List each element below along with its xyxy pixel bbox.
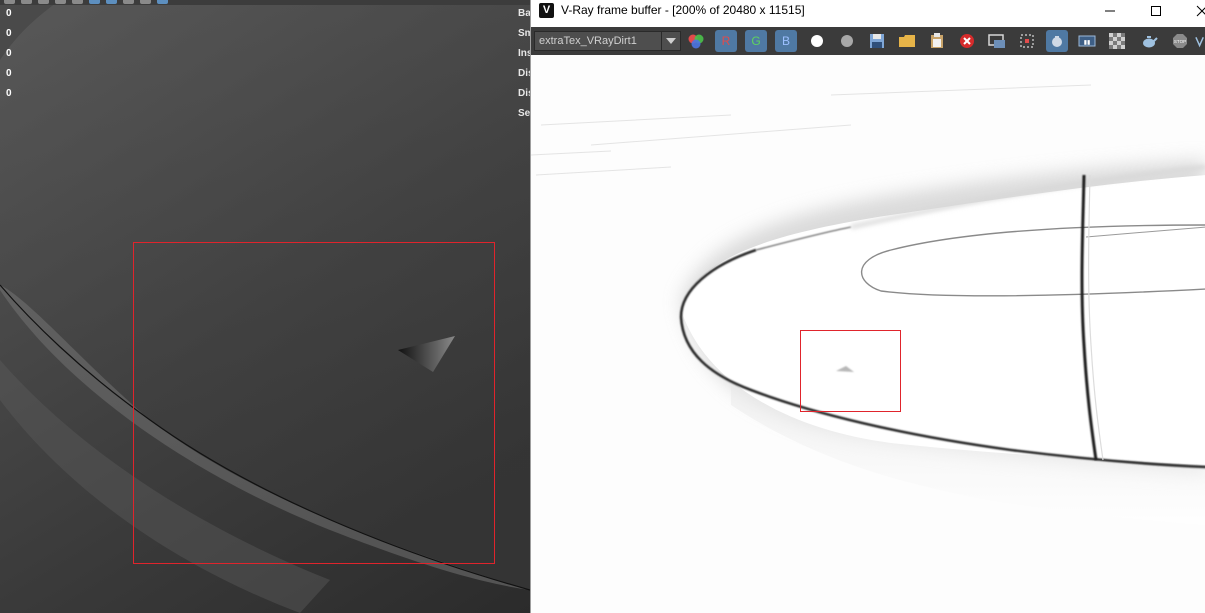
- channel-dropdown[interactable]: extraTex_VRayDirt1: [534, 31, 681, 51]
- chevron-down-icon[interactable]: [661, 32, 680, 50]
- region-render-button[interactable]: [1016, 30, 1038, 52]
- blue-channel-button[interactable]: B: [775, 30, 797, 52]
- vray-logo-icon: V: [539, 3, 554, 18]
- track-mouse-button[interactable]: [986, 30, 1008, 52]
- close-button[interactable]: [1179, 0, 1205, 22]
- viewport-toolbar: [0, 0, 530, 5]
- vray-menu-button[interactable]: [1195, 30, 1205, 52]
- floppy-disk-icon: [870, 34, 884, 48]
- stop-render-button[interactable]: STOP: [1169, 30, 1191, 52]
- minimize-icon: [1105, 10, 1115, 12]
- xray-icon[interactable]: [140, 0, 151, 4]
- mono-button[interactable]: [836, 30, 858, 52]
- maximize-button[interactable]: [1133, 0, 1179, 22]
- lens-icon: ▮▮: [1078, 35, 1096, 47]
- red-channel-button[interactable]: R: [715, 30, 737, 52]
- viewport-scene: [0, 0, 530, 613]
- isolate-icon[interactable]: [123, 0, 134, 4]
- checker-icon: [1109, 33, 1125, 49]
- vray-v-icon: [1195, 37, 1204, 48]
- lens-effects-button[interactable]: ▮▮: [1076, 30, 1098, 52]
- screen-icon: [988, 34, 1005, 48]
- gray-circle-icon: [841, 35, 853, 47]
- channel-value: extraTex_VRayDirt1: [539, 35, 637, 47]
- shelf-icon[interactable]: [4, 0, 15, 4]
- region-icon: [1020, 34, 1034, 48]
- maximize-icon: [1151, 6, 1161, 16]
- svg-text:▮▮: ▮▮: [1084, 40, 1091, 46]
- white-circle-icon: [811, 35, 823, 47]
- vray-frame-buffer-window: V V-Ray frame buffer - [200% of 20480 x …: [530, 0, 1205, 613]
- interactive-render-button[interactable]: [1046, 30, 1068, 52]
- close-icon: [1196, 5, 1205, 17]
- load-image-button[interactable]: [896, 30, 918, 52]
- folder-icon: [899, 35, 915, 47]
- hud-value: 0: [6, 28, 12, 39]
- color-channels-button[interactable]: [685, 30, 707, 52]
- checker-button[interactable]: [1106, 30, 1128, 52]
- camera-icon[interactable]: [21, 0, 32, 4]
- hud-label: Se: [518, 108, 530, 119]
- clear-icon: [960, 34, 974, 48]
- hud-label: Ins: [518, 48, 530, 59]
- vfb-toolbar: extraTex_VRayDirt1 R G B ▮▮ STOP: [531, 27, 1205, 55]
- title-bar[interactable]: V V-Ray frame buffer - [200% of 20480 x …: [531, 0, 1205, 22]
- minimize-button[interactable]: [1087, 0, 1133, 22]
- hud-label: Dis: [518, 68, 530, 79]
- svg-text:STOP: STOP: [1174, 39, 1186, 44]
- teapot-render-icon: [1143, 36, 1158, 48]
- shaded-icon[interactable]: [72, 0, 83, 4]
- clipboard-icon: [931, 33, 943, 48]
- stop-icon: STOP: [1173, 34, 1187, 48]
- save-image-button[interactable]: [866, 30, 888, 52]
- clear-image-button[interactable]: [956, 30, 978, 52]
- hud-label: Dis: [518, 88, 530, 99]
- green-channel-button[interactable]: G: [745, 30, 767, 52]
- dirt-render-scene: [531, 55, 1205, 613]
- light-icon[interactable]: [106, 0, 117, 4]
- grid-icon[interactable]: [38, 0, 49, 4]
- alpha-button[interactable]: [806, 30, 828, 52]
- render-image[interactable]: [531, 55, 1205, 613]
- hud-label: Sm: [518, 28, 530, 39]
- hud-value: 0: [6, 8, 12, 19]
- render-button[interactable]: [1138, 30, 1160, 52]
- smooth-icon[interactable]: [157, 0, 168, 4]
- hud-value: 0: [6, 48, 12, 59]
- texture-icon[interactable]: [89, 0, 100, 4]
- rgb-circles-icon: [688, 34, 704, 49]
- maya-viewport[interactable]: 0 0 0 0 0 Ba Sm Ins Dis Dis Se: [0, 0, 530, 613]
- teapot-icon: [1052, 36, 1062, 47]
- copy-to-clipboard-button[interactable]: [926, 30, 948, 52]
- hud-label: Ba: [518, 8, 530, 19]
- window-title: V-Ray frame buffer - [200% of 20480 x 11…: [561, 3, 805, 17]
- wireframe-icon[interactable]: [55, 0, 66, 4]
- hud-value: 0: [6, 88, 12, 99]
- hud-value: 0: [6, 68, 12, 79]
